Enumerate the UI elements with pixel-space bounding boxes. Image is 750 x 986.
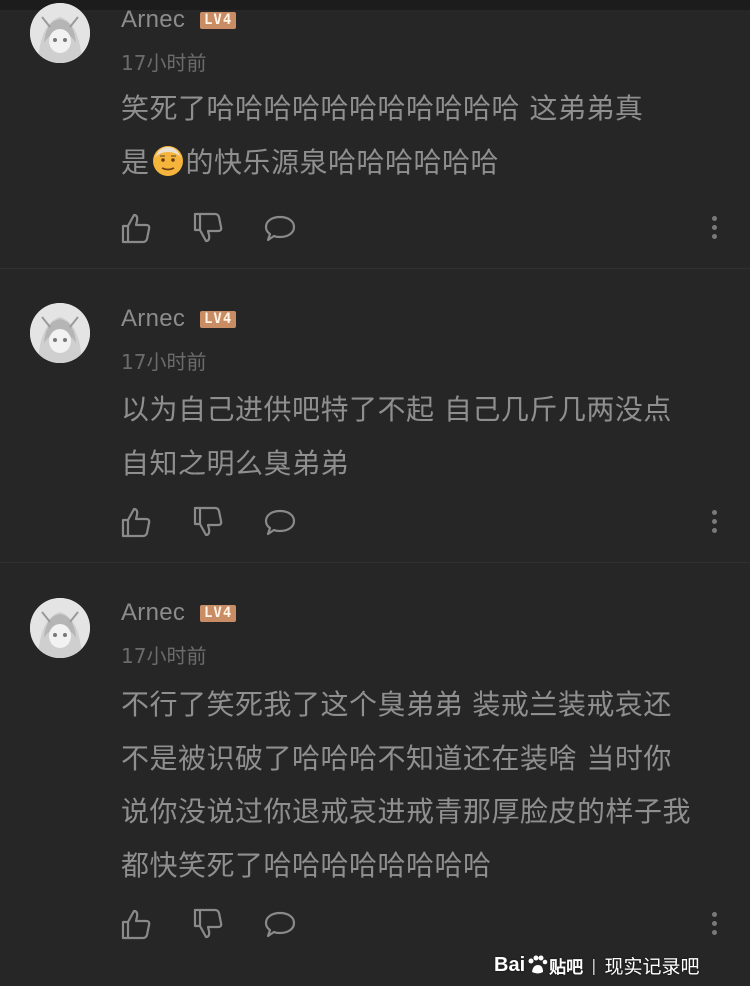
dislike-icon <box>193 908 223 939</box>
logo-text-right: 贴吧 <box>549 957 584 977</box>
timestamp: 17小时前 <box>121 51 207 75</box>
watermark: Bai 贴吧 | 现实记录吧 <box>494 950 700 980</box>
comment-line: 都快笑死了哈哈哈哈哈哈哈哈 <box>121 848 492 882</box>
more-options-button[interactable] <box>706 216 722 244</box>
reply-button[interactable] <box>263 907 297 941</box>
reply-button[interactable] <box>263 211 297 245</box>
top-bar-strip <box>0 0 750 10</box>
like-button[interactable] <box>119 211 153 245</box>
comment-line-prefix: 是 <box>121 145 150 179</box>
older-man-emoji-icon <box>151 142 185 196</box>
comment-text: 以为自己进供吧特了不起 自己几斤几两没点 自知之明么臭弟弟 <box>121 383 731 490</box>
avatar-illustration <box>30 303 90 363</box>
more-options-button[interactable] <box>706 912 722 940</box>
level-badge: LV4 <box>200 12 237 29</box>
logo-text-left: Bai <box>494 953 526 976</box>
avatar[interactable] <box>30 598 90 658</box>
like-icon <box>121 909 151 940</box>
dislike-icon <box>193 506 223 537</box>
avatar-illustration <box>30 598 90 658</box>
watermark-source: 现实记录吧 <box>604 955 700 978</box>
dislike-button[interactable] <box>191 211 225 245</box>
timestamp: 17小时前 <box>121 644 207 668</box>
reply-icon <box>264 911 296 938</box>
avatar[interactable] <box>30 303 90 363</box>
like-button[interactable] <box>119 505 153 539</box>
reply-icon <box>264 215 296 242</box>
comment-line: 说你没说过你退戒哀进戒青那厚脸皮的样子我 <box>121 795 692 828</box>
comment-line: 不是被识破了哈哈哈不知道还在装啥 当时你 <box>121 741 672 775</box>
level-badge: LV4 <box>200 605 237 622</box>
comment-text: 笑死了哈哈哈哈哈哈哈哈哈哈哈 这弟弟真 是 的快乐源泉哈哈哈哈哈哈 <box>121 82 731 195</box>
more-icon <box>711 216 717 221</box>
more-options-button[interactable] <box>706 510 722 538</box>
dislike-button[interactable] <box>191 907 225 941</box>
username[interactable]: Arnec <box>121 6 185 34</box>
comment-line: 是 的快乐源泉哈哈哈哈哈哈 <box>121 136 731 196</box>
comment-text: 不行了笑死我了这个臭弟弟 装戒兰装戒哀还 不是被识破了哈哈哈不知道还在装啥 当时… <box>121 678 731 892</box>
avatar[interactable] <box>30 3 90 63</box>
comment-line: 自知之明么臭弟弟 <box>121 446 350 480</box>
reply-icon <box>264 509 296 536</box>
like-icon <box>121 213 151 244</box>
more-icon <box>711 510 717 515</box>
divider <box>0 268 750 269</box>
comment-line: 不行了笑死我了这个臭弟弟 装戒兰装戒哀还 <box>121 688 672 721</box>
like-button[interactable] <box>119 907 153 941</box>
comment-line: 以为自己进供吧特了不起 自己几斤几两没点 <box>121 393 672 426</box>
paw-icon <box>526 954 548 976</box>
watermark-separator: | <box>591 955 597 975</box>
avatar-illustration <box>30 3 90 63</box>
baidu-tieba-logo: Bai 贴吧 <box>494 953 583 978</box>
more-icon <box>711 912 717 917</box>
like-icon <box>121 507 151 538</box>
dislike-button[interactable] <box>191 505 225 539</box>
dislike-icon <box>193 212 223 243</box>
timestamp: 17小时前 <box>121 350 207 374</box>
comment-line-rest: 的快乐源泉哈哈哈哈哈哈 <box>185 145 500 179</box>
reply-button[interactable] <box>263 505 297 539</box>
username[interactable]: Arnec <box>121 599 185 627</box>
divider <box>0 562 750 563</box>
username[interactable]: Arnec <box>121 305 185 333</box>
level-badge: LV4 <box>200 311 237 328</box>
comment-line: 笑死了哈哈哈哈哈哈哈哈哈哈哈 这弟弟真 <box>121 92 644 125</box>
